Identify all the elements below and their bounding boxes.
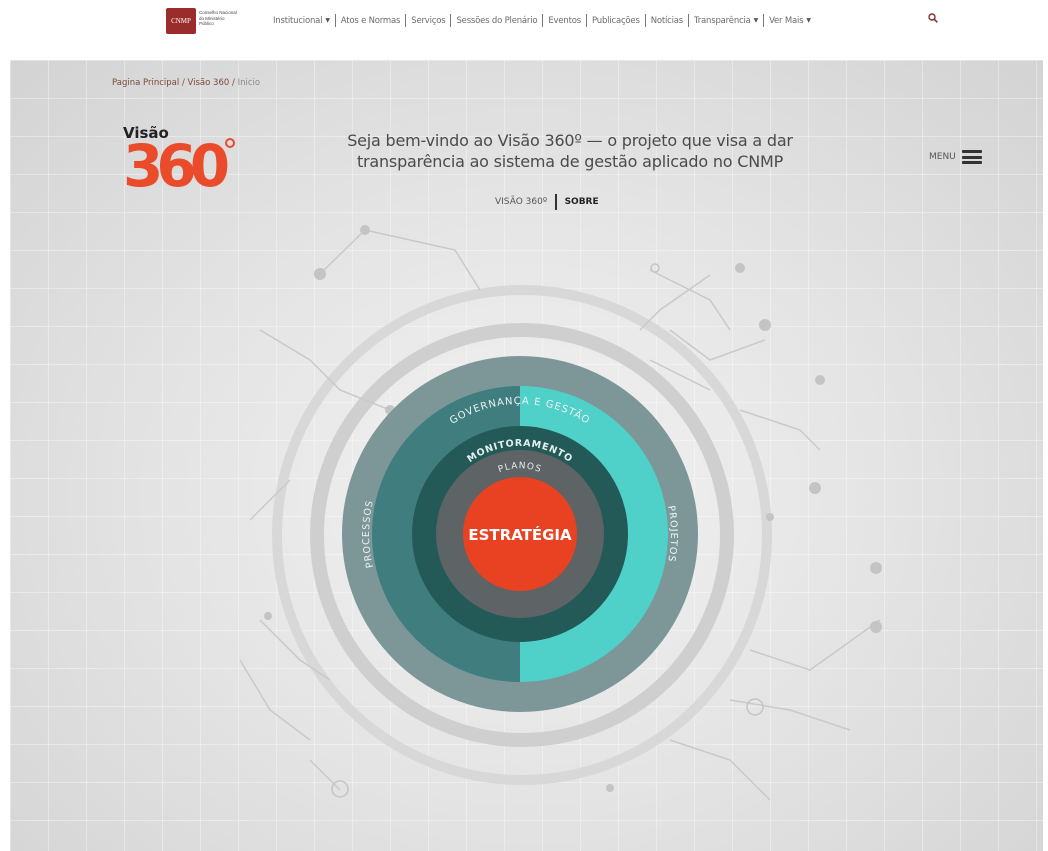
search-icon[interactable] xyxy=(928,13,938,26)
nav-item-atos-e-normas[interactable]: Atos e Normas xyxy=(336,16,405,26)
nav-item-transparencia[interactable]: Transparência ▼ xyxy=(689,16,763,26)
menu-label: MENU xyxy=(929,152,956,162)
visao360-panel: Pagina Principal / Visão 360 / Inicio Vi… xyxy=(10,60,1043,851)
nav-item-sessoes[interactable]: Sessões do Plenário xyxy=(451,16,542,26)
breadcrumb-home[interactable]: Pagina Principal xyxy=(112,78,179,88)
main-menu: Institucional ▼ Atos e Normas Serviços Se… xyxy=(268,14,816,27)
nav-item-eventos[interactable]: Eventos xyxy=(543,16,586,26)
nav-item-publicacoes[interactable]: Publicações xyxy=(587,16,645,26)
divider xyxy=(555,194,557,210)
welcome-heading: Seja bem-vindo ao Visão 360º — o projeto… xyxy=(347,131,793,171)
logo-mark: CNMP xyxy=(171,17,191,25)
logo-number: 360 xyxy=(123,132,230,200)
chevron-down-icon: ▼ xyxy=(325,17,330,24)
hamburger-icon xyxy=(961,150,982,164)
label-estrategia: ESTRATÉGIA xyxy=(468,525,572,544)
degree-icon xyxy=(225,138,235,148)
cnmp-logo[interactable]: CNMP xyxy=(166,8,196,34)
subnav-sobre[interactable]: SOBRE xyxy=(565,197,599,207)
nav-item-servicos[interactable]: Serviços xyxy=(406,16,450,26)
menu-button[interactable]: MENU xyxy=(929,150,982,164)
breadcrumb-current: Inicio xyxy=(237,78,261,88)
sub-navigation: VISÃO 360º SOBRE xyxy=(495,194,599,210)
nav-item-institucional[interactable]: Institucional ▼ xyxy=(268,16,335,26)
nav-item-noticias[interactable]: Notícias xyxy=(646,16,688,26)
breadcrumb: Pagina Principal / Visão 360 / Inicio xyxy=(112,78,260,88)
chevron-down-icon: ▼ xyxy=(753,17,759,24)
logo-caption: Conselho Nacional do Ministério Público xyxy=(199,10,237,26)
nav-item-ver-mais[interactable]: Ver Mais ▼ xyxy=(764,16,816,26)
chevron-down-icon: ▼ xyxy=(806,17,811,24)
breadcrumb-separator: / xyxy=(231,78,235,88)
subnav-visao360[interactable]: VISÃO 360º xyxy=(495,197,547,207)
top-navigation-bar: CNMP Conselho Nacional do Ministério Púb… xyxy=(0,0,1048,60)
breadcrumb-section[interactable]: Visão 360 xyxy=(188,78,230,88)
breadcrumb-separator: / xyxy=(181,78,185,88)
visao360-diagram: GOVERNANÇA E GESTÃO PROCESSOS PROJETOS M… xyxy=(342,356,698,712)
visao360-logo[interactable]: Visão 360 xyxy=(123,124,243,204)
